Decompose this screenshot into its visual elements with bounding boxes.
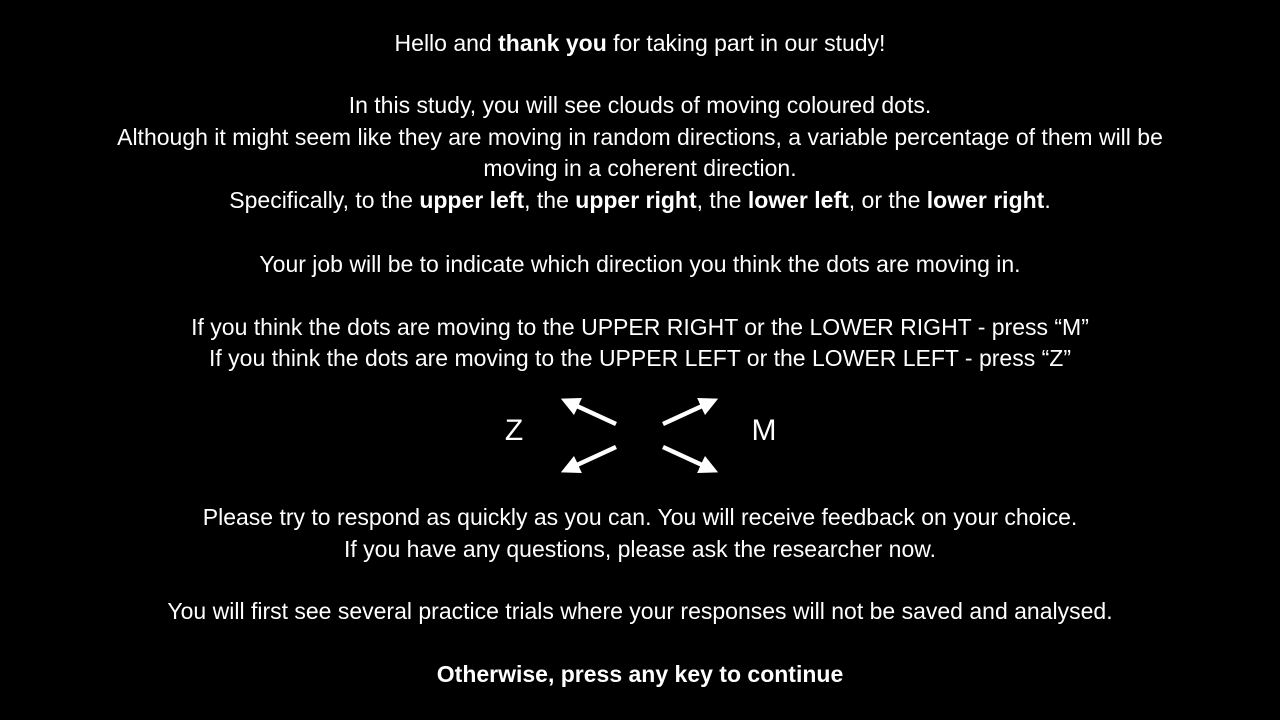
directions-suffix: . (1044, 187, 1051, 213)
arrow-upper-left-icon (560, 397, 617, 427)
directions-sep-2: , the (696, 187, 748, 213)
greeting-line: Hello and thank you for taking part in o… (0, 27, 1280, 59)
directions-sep-3: , or the (848, 187, 927, 213)
greeting-post: for taking part in our study! (606, 30, 886, 56)
arrow-lower-left-icon (560, 444, 617, 474)
questions-line: If you have any questions, please ask th… (344, 536, 936, 562)
direction-upper-right: upper right (575, 187, 697, 213)
greeting-pre: Hello and (394, 30, 499, 56)
instruction-screen[interactable]: Hello and thank you for taking part in o… (0, 0, 1280, 720)
intro-line-3: moving in a coherent direction. (483, 155, 797, 181)
practice-line: You will first see several practice tria… (167, 598, 1113, 624)
arrows-left-icon (560, 397, 617, 474)
intro-line-2: Although it might seem like they are mov… (117, 124, 1163, 150)
rule-m-line: If you think the dots are moving to the … (191, 314, 1089, 340)
key-m-label: M (751, 414, 777, 447)
direction-lower-right: lower right (926, 187, 1045, 213)
greeting-bold: thank you (498, 30, 607, 56)
directions-prefix: Specifically, to the (229, 187, 420, 213)
key-z-label: Z (504, 414, 524, 447)
directions-line: Specifically, to the upper left, the upp… (0, 184, 1280, 216)
arrow-lower-right-icon (662, 444, 719, 474)
direction-lower-left: lower left (747, 187, 849, 213)
continue-prompt: Otherwise, press any key to continue (436, 661, 844, 687)
intro-line-1: In this study, you will see clouds of mo… (348, 92, 932, 118)
arrow-upper-right-icon (662, 397, 719, 427)
arrows-right-icon (662, 397, 719, 474)
direction-arrows-diagram (560, 397, 719, 474)
directions-sep-1: , the (524, 187, 576, 213)
respond-quickly-line: Please try to respond as quickly as you … (202, 504, 1078, 530)
direction-upper-left: upper left (419, 187, 525, 213)
rule-z-line: If you think the dots are moving to the … (209, 345, 1071, 371)
job-line: Your job will be to indicate which direc… (259, 251, 1021, 277)
